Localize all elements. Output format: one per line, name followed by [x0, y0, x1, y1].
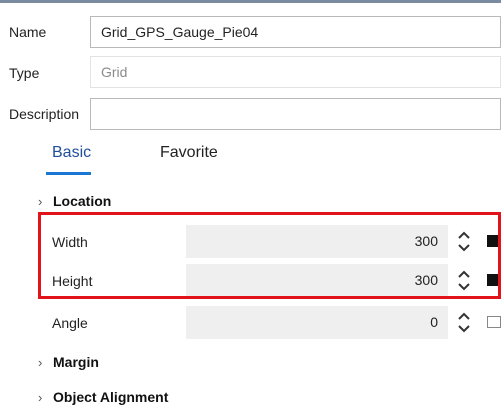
tab-basic[interactable]: Basic — [52, 144, 91, 162]
section-location[interactable]: › Location — [38, 193, 111, 209]
type-label: Type — [9, 65, 40, 81]
chevron-right-icon: › — [38, 355, 43, 370]
chevron-up-icon[interactable] — [457, 310, 471, 322]
angle-input[interactable]: 0 — [186, 306, 448, 339]
chevron-right-icon: › — [38, 194, 43, 209]
angle-label: Angle — [52, 315, 88, 331]
chevron-down-icon[interactable] — [457, 323, 471, 335]
angle-color-swatch[interactable] — [487, 316, 501, 328]
highlight-rectangle — [38, 212, 501, 299]
angle-spinner[interactable] — [456, 306, 472, 339]
type-field: Grid — [90, 56, 501, 88]
name-label: Name — [9, 24, 47, 40]
section-margin[interactable]: › Margin — [38, 354, 99, 370]
name-field[interactable]: Grid_GPS_Gauge_Pie04 — [90, 16, 501, 48]
window-top-border — [0, 0, 501, 3]
description-field[interactable] — [90, 98, 501, 130]
active-tab-indicator — [46, 172, 91, 175]
section-margin-label: Margin — [53, 354, 99, 370]
tab-favorite[interactable]: Favorite — [160, 144, 218, 162]
section-location-label: Location — [53, 193, 112, 209]
description-label: Description — [9, 106, 80, 122]
